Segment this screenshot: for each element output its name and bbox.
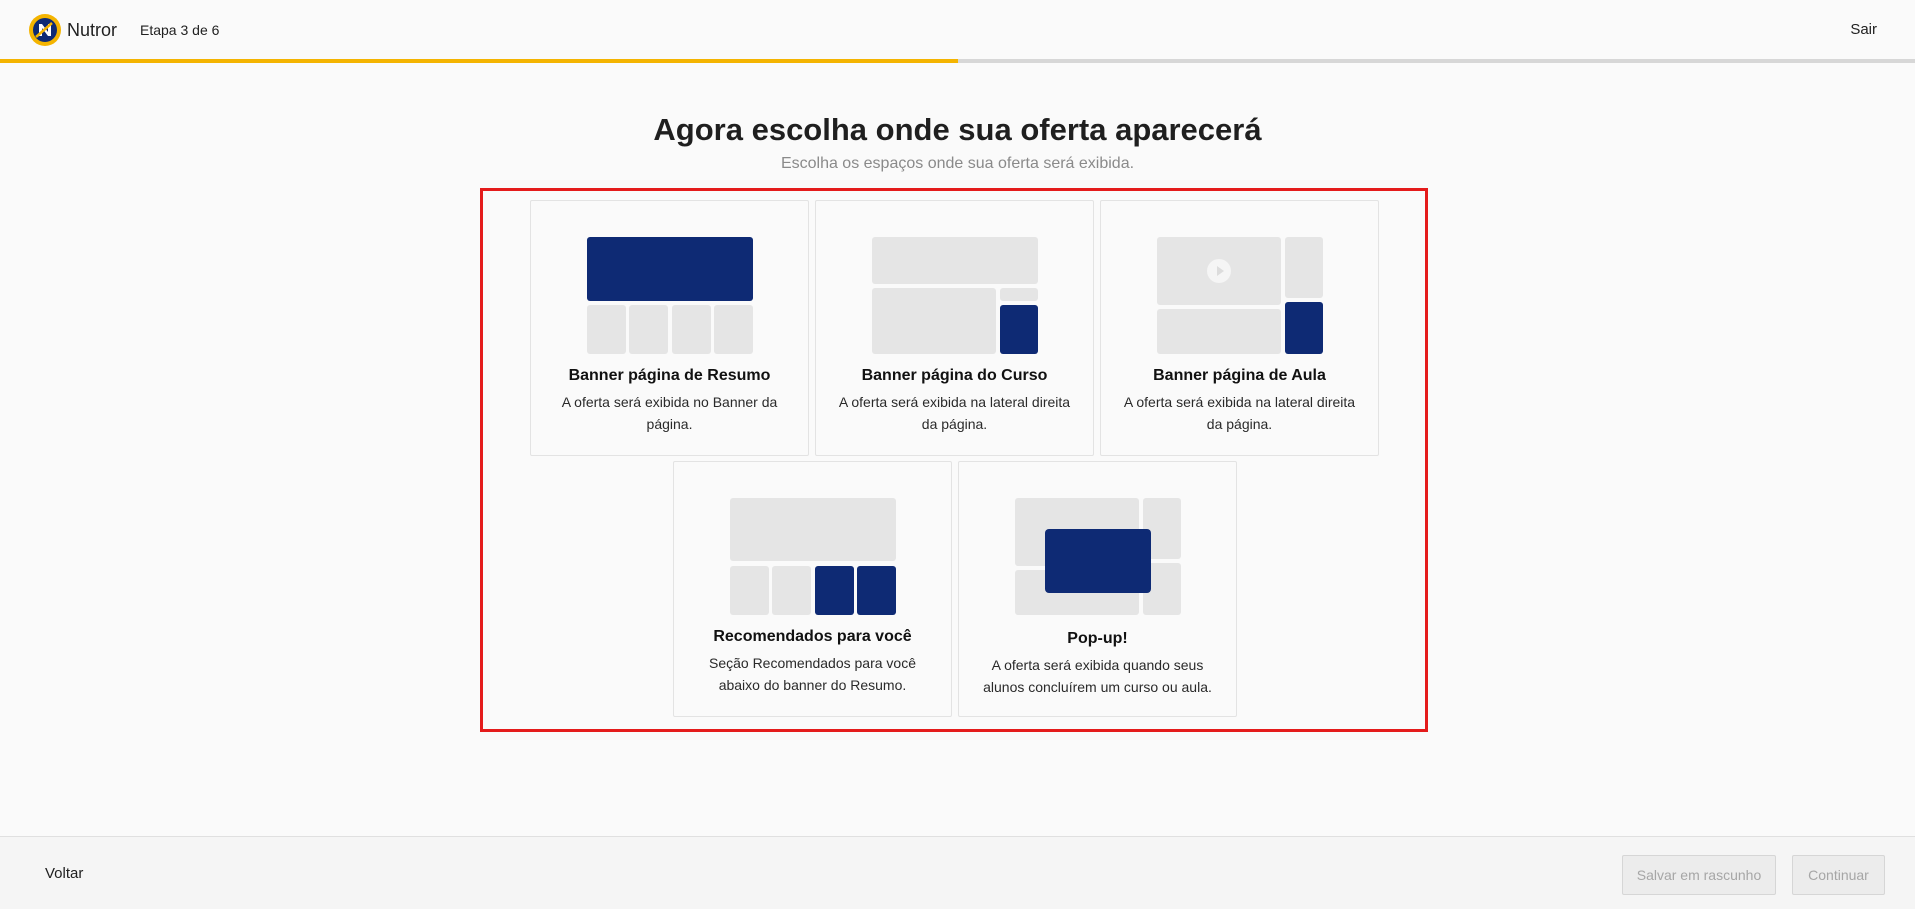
bottom-action-bar: Voltar Salvar em rascunho Continuar <box>0 836 1915 909</box>
recommended-illustration <box>730 498 896 615</box>
course-banner-illustration <box>872 237 1038 354</box>
card-description: Seção Recomendados para você abaixo do b… <box>708 655 917 693</box>
card-description: A oferta será exibida na lateral direita… <box>1123 394 1356 432</box>
option-card-popup[interactable]: Pop-up! A oferta será exibida quando seu… <box>958 461 1237 717</box>
option-card-lesson-banner[interactable]: Banner página de Aula A oferta será exib… <box>1100 200 1379 456</box>
card-title: Pop-up! <box>1067 630 1128 647</box>
lesson-banner-illustration <box>1157 237 1323 354</box>
progress-bar <box>0 59 1915 63</box>
back-link[interactable]: Voltar <box>45 865 83 882</box>
card-description: A oferta será exibida no Banner da págin… <box>561 394 778 432</box>
card-description: A oferta será exibida quando seus alunos… <box>983 657 1212 695</box>
brand-logo: Nutror <box>29 14 117 46</box>
progress-bar-fill <box>0 59 958 63</box>
card-title: Banner página do Curso <box>861 367 1048 384</box>
play-icon <box>1207 259 1231 283</box>
option-card-recommended[interactable]: Recomendados para você Seção Recomendado… <box>673 461 952 717</box>
option-card-summary-banner[interactable]: Banner página de Resumo A oferta será ex… <box>530 200 809 456</box>
page-title: Agora escolha onde sua oferta aparecerá <box>653 112 1262 147</box>
step-indicator: Etapa 3 de 6 <box>140 22 220 38</box>
top-header: Nutror Etapa 3 de 6 Sair <box>0 0 1915 60</box>
option-card-course-banner[interactable]: Banner página do Curso A oferta será exi… <box>815 200 1094 456</box>
nutror-logo-icon <box>29 14 61 46</box>
save-draft-button[interactable]: Salvar em rascunho <box>1622 855 1776 895</box>
card-description: A oferta será exibida na lateral direita… <box>838 394 1071 432</box>
page-subtitle: Escolha os espaços onde sua oferta será … <box>780 155 1135 172</box>
card-title: Recomendados para você <box>713 628 912 645</box>
card-title: Banner página de Aula <box>1153 367 1326 384</box>
exit-link[interactable]: Sair <box>1850 21 1877 38</box>
popup-illustration <box>1015 498 1181 615</box>
card-title: Banner página de Resumo <box>568 367 771 384</box>
summary-banner-illustration <box>587 237 753 354</box>
continue-button[interactable]: Continuar <box>1792 855 1885 895</box>
brand-name: Nutror <box>67 19 118 40</box>
